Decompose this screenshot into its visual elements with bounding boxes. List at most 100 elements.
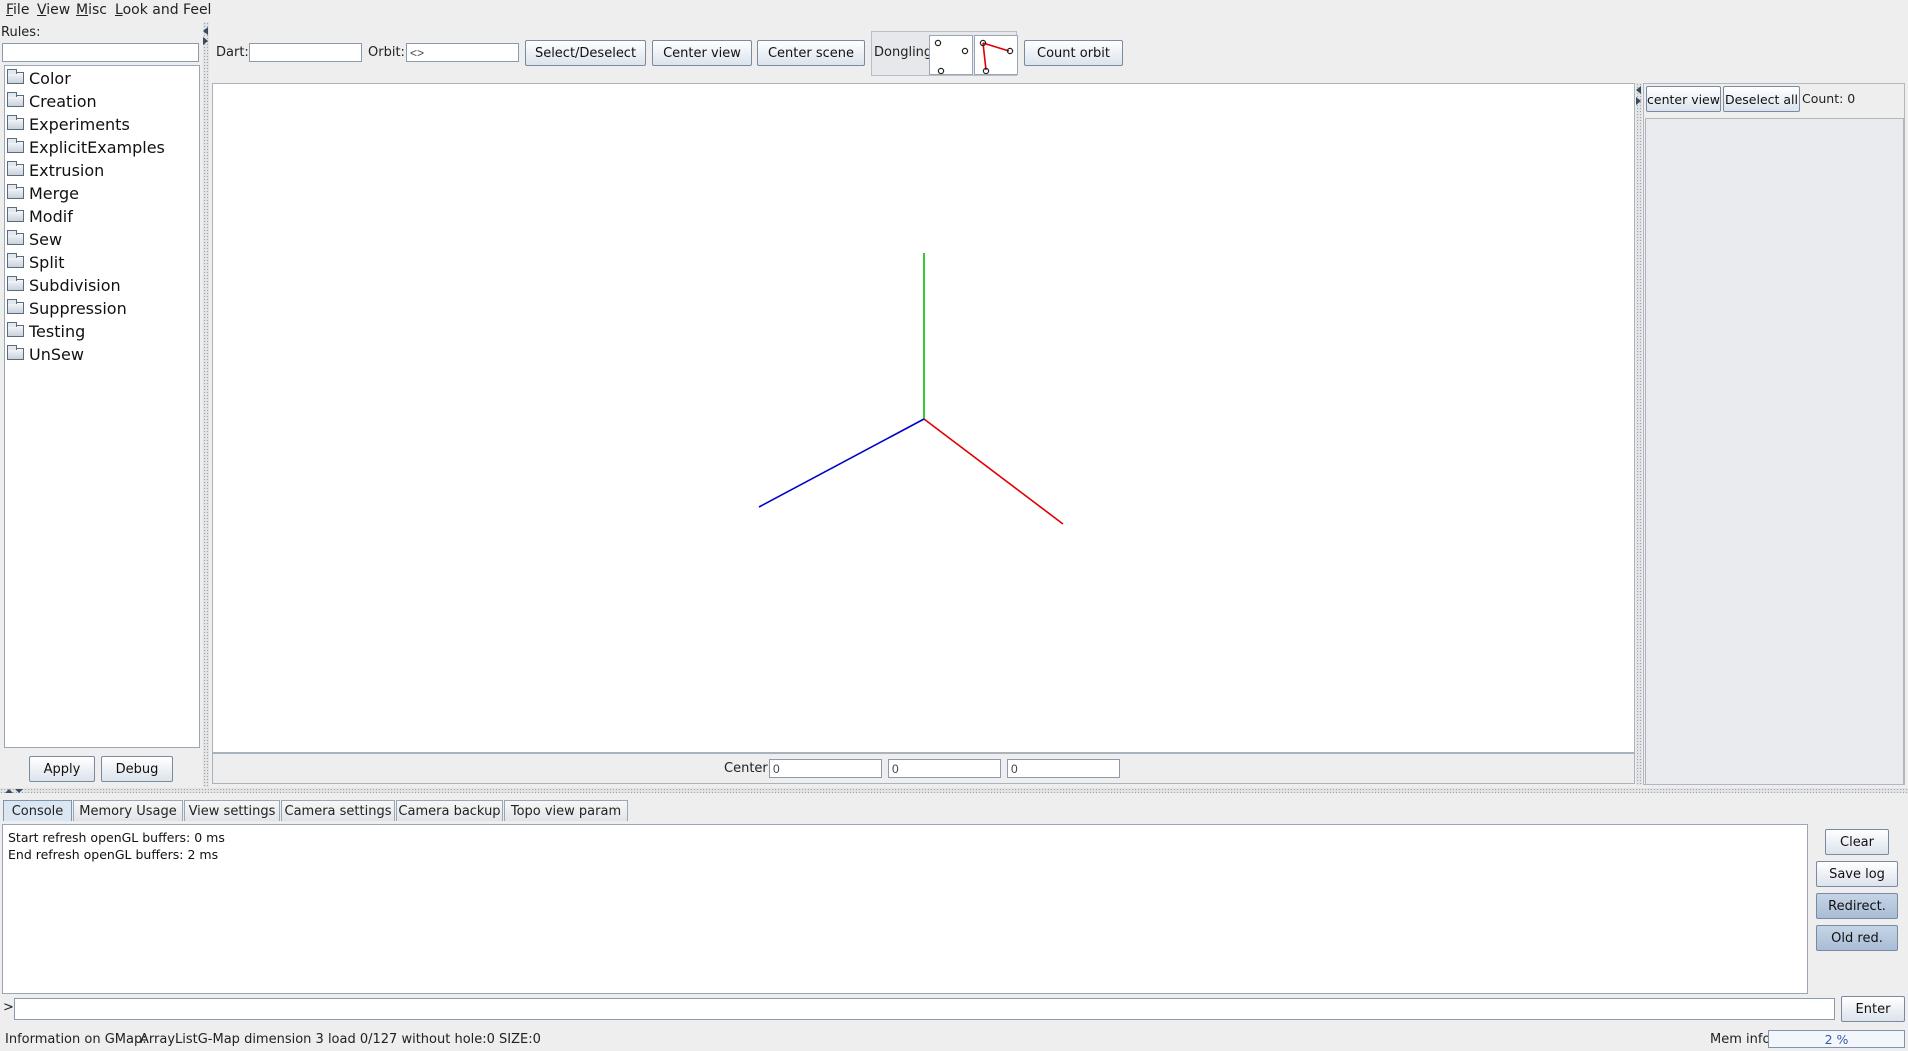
tree-item-creation[interactable]: Creation bbox=[7, 90, 97, 112]
folder-icon bbox=[7, 276, 24, 291]
center-y-input[interactable] bbox=[888, 759, 1001, 778]
folder-icon bbox=[7, 253, 24, 268]
center-scene-button[interactable]: Center scene bbox=[757, 40, 865, 66]
folder-icon bbox=[7, 138, 24, 153]
old-redirect-toggle[interactable]: Old red. bbox=[1816, 925, 1898, 951]
menu-look-and-feel[interactable]: Look and Feel bbox=[115, 2, 211, 18]
tab-memory-usage[interactable]: Memory Usage bbox=[73, 800, 183, 821]
tree-item-split[interactable]: Split bbox=[7, 251, 64, 273]
collapse-up-arrow-icon[interactable] bbox=[5, 789, 13, 793]
tree-item-label: Suppression bbox=[29, 298, 127, 318]
folder-icon bbox=[7, 69, 24, 84]
tree-item-merge[interactable]: Merge bbox=[7, 182, 79, 204]
tree-item-experiments[interactable]: Experiments bbox=[7, 113, 130, 135]
dangling-nodes-icon bbox=[934, 39, 969, 75]
tab-console[interactable]: Console bbox=[3, 800, 72, 821]
menu-view[interactable]: View bbox=[37, 2, 70, 18]
selection-list[interactable] bbox=[1645, 118, 1904, 785]
tab-view-settings[interactable]: View settings bbox=[184, 800, 280, 821]
apply-button[interactable]: Apply bbox=[29, 756, 95, 782]
folder-icon bbox=[7, 92, 24, 107]
folder-icon bbox=[7, 345, 24, 360]
center-bar: Center: bbox=[212, 753, 1635, 784]
gl-viewport[interactable] bbox=[212, 83, 1635, 753]
redirect-toggle[interactable]: Redirect. bbox=[1816, 893, 1898, 919]
debug-button[interactable]: Debug bbox=[101, 756, 173, 782]
mem-info-bar: 2 % bbox=[1768, 1030, 1905, 1048]
center-label: Center: bbox=[724, 761, 772, 776]
status-bar: Information on GMap: ArrayListG-Map dime… bbox=[0, 1029, 1908, 1051]
tree-item-suppression[interactable]: Suppression bbox=[7, 297, 127, 319]
command-input[interactable] bbox=[14, 998, 1835, 1020]
right-splitter[interactable] bbox=[1636, 83, 1642, 785]
expand-right-arrow-icon[interactable] bbox=[1636, 97, 1641, 105]
left-splitter[interactable] bbox=[203, 22, 209, 787]
dart-input[interactable] bbox=[249, 43, 362, 62]
clear-button[interactable]: Clear bbox=[1825, 829, 1889, 855]
collapse-down-arrow-icon[interactable] bbox=[15, 789, 23, 793]
tree-item-subdivision[interactable]: Subdivision bbox=[7, 274, 121, 296]
command-prompt: > bbox=[3, 1000, 14, 1015]
tree-item-unsew[interactable]: UnSew bbox=[7, 343, 84, 365]
collapse-left-arrow-icon[interactable] bbox=[203, 27, 208, 35]
tab-topo-view-param[interactable]: Topo view param bbox=[504, 800, 628, 821]
rules-filter-input[interactable] bbox=[2, 43, 199, 62]
axes-gizmo bbox=[758, 253, 1064, 525]
dongling-group: Dongling: bbox=[871, 31, 1018, 76]
folder-icon bbox=[7, 207, 24, 222]
select-deselect-button[interactable]: Select/Deselect bbox=[525, 40, 646, 66]
tab-camera-backup[interactable]: Camera backup bbox=[396, 800, 503, 821]
collapse-left-arrow-icon[interactable] bbox=[1636, 86, 1641, 94]
z-axis-line bbox=[758, 418, 925, 508]
tree-item-sew[interactable]: Sew bbox=[7, 228, 62, 250]
gmap-info-label: Information on GMap: bbox=[5, 1032, 147, 1047]
save-log-button[interactable]: Save log bbox=[1816, 861, 1898, 887]
tree-item-modif[interactable]: Modif bbox=[7, 205, 73, 227]
menu-misc[interactable]: Misc bbox=[76, 2, 107, 18]
menu-file[interactable]: File bbox=[6, 2, 29, 18]
gmap-info-value: ArrayListG-Map dimension 3 load 0/127 wi… bbox=[140, 1032, 541, 1047]
right-center-view-button[interactable]: center view bbox=[1646, 86, 1721, 112]
folder-icon bbox=[7, 115, 24, 130]
dongling-nodes-toggle[interactable] bbox=[929, 35, 973, 75]
selection-count: Count: 0 bbox=[1802, 91, 1856, 106]
center-view-button[interactable]: Center view bbox=[652, 40, 752, 66]
tree-item-label: Subdivision bbox=[29, 275, 121, 295]
tab-camera-settings[interactable]: Camera settings bbox=[281, 800, 395, 821]
x-axis-line bbox=[923, 418, 1064, 525]
dangling-edges-icon bbox=[979, 39, 1014, 75]
tree-item-label: Color bbox=[29, 68, 71, 88]
count-orbit-button[interactable]: Count orbit bbox=[1024, 40, 1123, 66]
tree-item-testing[interactable]: Testing bbox=[7, 320, 85, 342]
dart-label: Dart: bbox=[216, 45, 249, 60]
tree-item-label: Modif bbox=[29, 206, 73, 226]
rules-label: Rules: bbox=[1, 25, 41, 40]
tree-item-label: UnSew bbox=[29, 344, 84, 364]
tree-item-label: Merge bbox=[29, 183, 79, 203]
center-z-input[interactable] bbox=[1007, 759, 1120, 778]
tree-item-extrusion[interactable]: Extrusion bbox=[7, 159, 104, 181]
tree-item-explicitexamples[interactable]: ExplicitExamples bbox=[7, 136, 165, 158]
folder-icon bbox=[7, 322, 24, 337]
mem-info-label: Mem info: bbox=[1710, 1032, 1775, 1047]
log-line: End refresh openGL buffers: 2 ms bbox=[8, 847, 219, 862]
tree-item-label: Extrusion bbox=[29, 160, 105, 180]
rules-tree[interactable]: Color Creation Experiments ExplicitExamp… bbox=[4, 65, 200, 748]
expand-right-arrow-icon[interactable] bbox=[203, 37, 208, 45]
tree-item-label: Sew bbox=[29, 229, 63, 249]
bottom-splitter[interactable] bbox=[0, 788, 1908, 793]
tree-item-color[interactable]: Color bbox=[7, 67, 71, 89]
center-x-input[interactable] bbox=[769, 759, 882, 778]
folder-icon bbox=[7, 230, 24, 245]
deselect-all-button[interactable]: Deselect all bbox=[1723, 86, 1800, 112]
dongling-label: Dongling: bbox=[874, 45, 937, 60]
console-log[interactable]: Start refresh openGL buffers: 0 ms End r… bbox=[2, 824, 1808, 994]
folder-icon bbox=[7, 184, 24, 199]
dongling-edges-toggle[interactable] bbox=[974, 35, 1018, 75]
tree-item-label: ExplicitExamples bbox=[29, 137, 165, 157]
enter-button[interactable]: Enter bbox=[1841, 996, 1905, 1022]
tree-item-label: Testing bbox=[29, 321, 86, 341]
tree-item-label: Creation bbox=[29, 91, 97, 111]
menu-bar: File View Misc Look and Feel bbox=[0, 0, 1908, 20]
orbit-input[interactable] bbox=[406, 43, 519, 62]
